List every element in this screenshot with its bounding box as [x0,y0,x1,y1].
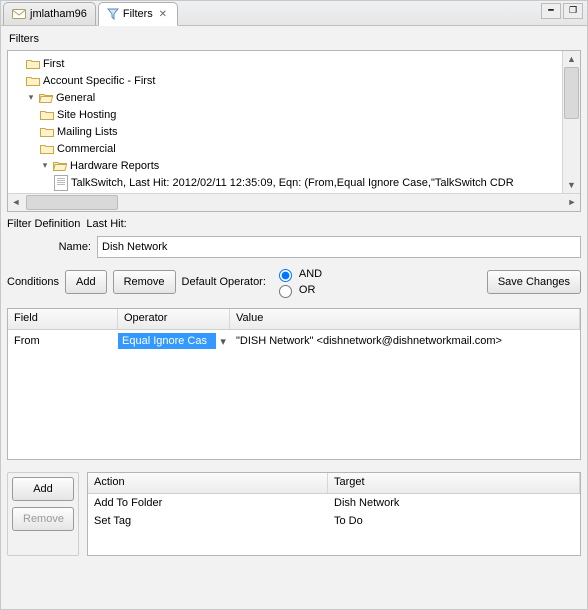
tree-node-label: Hardware Reports [70,160,159,172]
col-operator-header[interactable]: Operator [118,309,230,329]
tab-filters[interactable]: Filters ✕ [98,2,178,26]
folder-icon [26,58,40,70]
col-value-header[interactable]: Value [230,309,580,329]
scroll-up-icon[interactable]: ▲ [564,51,579,67]
minimize-button[interactable]: ━ [541,3,561,19]
conditions-grid: Field Operator Value From Equal Ignore C… [7,308,581,460]
condition-row[interactable]: From Equal Ignore Cas ▾ "DISH Network" <… [8,330,580,352]
filters-tree: First Account Specific - First ▾ General… [7,50,581,212]
and-radio[interactable]: AND [274,266,322,282]
filter-definition-label: Filter Definition [7,218,80,230]
maximize-button[interactable]: ❐ [563,3,583,19]
filters-editor-window: jmlatham96 Filters ✕ ━ ❐ Filters First [0,0,588,610]
tree-body[interactable]: First Account Specific - First ▾ General… [8,51,563,194]
action-cell[interactable]: Set Tag [88,513,328,529]
tree-node[interactable]: Mailing Lists [12,123,559,140]
tab-filters-label: Filters [123,8,153,20]
action-row[interactable]: Add To Folder Dish Network [88,494,580,512]
condition-operator-cell[interactable]: Equal Ignore Cas ▾ [118,333,230,349]
tree-node[interactable]: Site Hosting [12,106,559,123]
actions-buttons: Add Remove [7,472,79,556]
target-cell[interactable]: To Do [328,513,580,529]
actions-grid-header: Action Target [88,473,580,494]
last-hit-label: Last Hit: [86,218,126,230]
conditions-label: Conditions [7,276,59,288]
conditions-toolbar: Conditions Add Remove Default Operator: … [7,266,581,298]
name-label: Name: [7,241,91,253]
actions-section: Add Remove Action Target Add To Folder D… [7,472,581,556]
default-operator-label: Default Operator: [182,276,266,288]
scroll-thumb[interactable] [564,67,579,119]
remove-action-button[interactable]: Remove [12,507,74,531]
actions-grid: Action Target Add To Folder Dish Network… [87,472,581,556]
scroll-down-icon[interactable]: ▼ [564,177,579,193]
tree-node-label: TalkSwitch, Last Hit: 2012/02/11 12:35:0… [71,177,514,189]
default-operator-group: AND OR [274,266,322,298]
or-radio[interactable]: OR [274,282,322,298]
horizontal-scrollbar[interactable]: ◄ ► [8,193,580,211]
chevron-down-icon[interactable]: ▾ [216,335,230,348]
folder-icon [26,75,40,87]
col-target-header[interactable]: Target [328,473,580,493]
tree-node-label: Mailing Lists [57,126,118,138]
tree-node-label: Commercial [57,143,116,155]
or-radio-input[interactable] [279,285,292,298]
conditions-grid-header: Field Operator Value [8,309,580,330]
tab-bar: jmlatham96 Filters ✕ ━ ❐ [1,1,587,26]
folder-icon [40,109,54,121]
tab-account[interactable]: jmlatham96 [3,2,96,25]
tree-node[interactable]: TalkSwitch, Last Hit: 2012/02/11 12:35:0… [12,174,559,191]
name-row: Name: [7,236,581,258]
mail-icon [12,8,26,20]
action-row[interactable]: Set Tag To Do [88,512,580,530]
tree-node[interactable]: Commercial [12,140,559,157]
col-field-header[interactable]: Field [8,309,118,329]
add-action-button[interactable]: Add [12,477,74,501]
filter-definition-header: Filter Definition Last Hit: [7,218,581,230]
funnel-icon [107,8,119,20]
tab-account-label: jmlatham96 [30,8,87,20]
vertical-scrollbar[interactable]: ▲ ▼ [562,51,580,193]
window-controls: ━ ❐ [541,3,583,19]
folder-icon [40,126,54,138]
tree-node-label: First [43,58,64,70]
and-radio-label: AND [299,268,322,280]
condition-field-cell[interactable]: From [8,333,118,349]
document-icon [54,175,68,191]
tree-node-label: Account Specific - First [43,75,155,87]
tree-node[interactable]: Account Specific - First [12,72,559,89]
col-action-header[interactable]: Action [88,473,328,493]
tree-node-label: General [56,92,95,104]
close-icon[interactable]: ✕ [157,8,169,20]
add-condition-button[interactable]: Add [65,270,107,294]
tree-node-label: Site Hosting [57,109,116,121]
or-radio-label: OR [299,284,316,296]
remove-condition-button[interactable]: Remove [113,270,176,294]
expand-icon[interactable]: ▾ [26,92,36,103]
condition-value-cell[interactable]: "DISH Network" <dishnetwork@dishnetworkm… [230,333,580,349]
folder-icon [40,143,54,155]
content-area: Filters First Account Specific - First ▾… [1,26,587,609]
expand-icon[interactable]: ▾ [40,160,50,171]
save-changes-button[interactable]: Save Changes [487,270,581,294]
and-radio-input[interactable] [279,269,292,282]
folder-open-icon [53,160,67,172]
target-cell[interactable]: Dish Network [328,495,580,511]
scroll-thumb[interactable] [26,195,118,210]
name-input[interactable] [97,236,581,258]
operator-selected[interactable]: Equal Ignore Cas [118,333,216,349]
filters-section-label: Filters [7,32,581,46]
action-cell[interactable]: Add To Folder [88,495,328,511]
tree-node[interactable]: ▾ General [12,89,559,106]
tree-node[interactable]: ▾ Hardware Reports [12,157,559,174]
tree-node[interactable]: First [12,55,559,72]
folder-open-icon [39,92,53,104]
scroll-left-icon[interactable]: ◄ [8,195,24,210]
scroll-right-icon[interactable]: ► [564,195,580,210]
